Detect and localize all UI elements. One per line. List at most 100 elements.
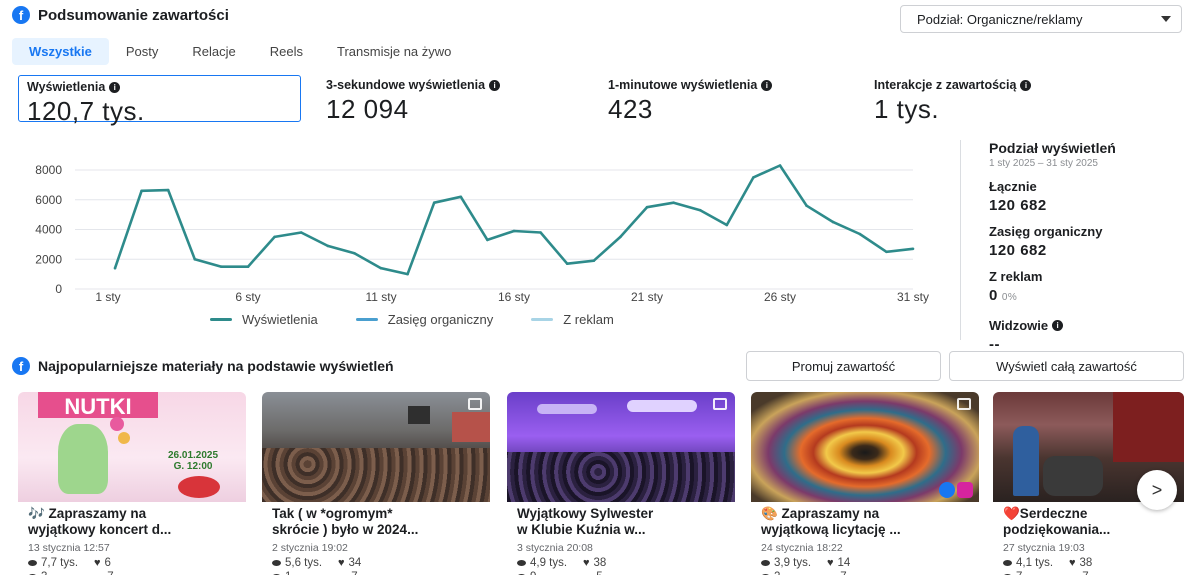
metric-label: 1-minutowe wyświetlenia <box>608 78 758 92</box>
reactions-count: 6 <box>104 557 111 569</box>
chevron-down-icon <box>1161 16 1171 22</box>
data-point <box>113 266 117 270</box>
data-point <box>619 235 622 239</box>
eye-icon <box>272 560 281 566</box>
content-card[interactable]: Tak ( w *ogromym* skrócie ) było w 2024.… <box>262 392 490 575</box>
thumb-crowd <box>262 448 490 502</box>
views-count: 3,9 tys. <box>774 557 812 569</box>
shares-count: 7 <box>107 571 113 575</box>
legend-item-ads[interactable]: Z reklam <box>531 312 614 327</box>
carousel-next-button[interactable]: > <box>1137 470 1177 510</box>
eye-icon <box>28 560 37 566</box>
comments-count: 7 <box>1016 571 1022 575</box>
data-point <box>220 265 223 268</box>
y-tick-label: 4000 <box>35 223 62 237</box>
metric-1min-views[interactable]: 1-minutowe wyświetlenia i 423 <box>608 78 773 125</box>
heart-icon: ♥ <box>94 557 101 569</box>
info-icon[interactable]: i <box>761 79 773 91</box>
thumb-date-text: 26.01.2025 G. 12:00 <box>168 450 219 472</box>
legend-item-organic[interactable]: Zasięg organiczny <box>355 312 494 327</box>
split-dropdown[interactable]: Podział: Organiczne/reklamy <box>900 5 1182 33</box>
tab-all[interactable]: Wszystkie <box>12 38 109 65</box>
metric-value: 120,7 tys. <box>27 96 145 126</box>
heart-icon: ♥ <box>1069 557 1076 569</box>
y-tick-label: 6000 <box>35 193 62 207</box>
info-icon[interactable]: i <box>1052 320 1064 331</box>
shares-count: 5 <box>596 571 602 575</box>
content-summary-header: f Podsumowanie zawartości <box>12 6 229 24</box>
thumb-building <box>452 412 490 442</box>
data-point <box>193 258 197 261</box>
shares-count: 7 <box>1082 571 1088 575</box>
card-thumbnail[interactable] <box>507 392 735 502</box>
views-count: 7,7 tys. <box>41 557 79 569</box>
metric-value: 12 094 <box>326 94 409 124</box>
chevron-right-icon: > <box>1151 479 1163 500</box>
card-title: Tak ( w *ogromym* skrócie ) było w 2024.… <box>272 506 419 537</box>
data-point <box>379 266 383 270</box>
facebook-icon: f <box>12 6 30 24</box>
facebook-icon: f <box>12 357 30 375</box>
data-point <box>166 188 170 192</box>
tab-live[interactable]: Transmisje na żywo <box>320 38 468 65</box>
data-point <box>911 247 915 251</box>
eye-icon <box>517 560 526 566</box>
data-point <box>539 231 542 234</box>
views-count: 4,9 tys. <box>530 557 568 569</box>
card-stats: 4,1 tys. ♥38 7 ➦ 7 <box>993 554 1184 575</box>
content-card[interactable]: Wyjątkowy Sylwester w Klubie Kuźnia w...… <box>507 392 735 575</box>
card-thumbnail[interactable] <box>262 392 490 502</box>
ads-value: 0 <box>989 287 998 304</box>
instagram-icon <box>957 482 973 498</box>
carousel-icon <box>713 398 727 410</box>
views-count: 4,1 tys. <box>1016 557 1054 569</box>
card-title: 🎨 Zapraszamy na wyjątkową licytację ... <box>761 506 901 537</box>
card-date: 13 stycznia 12:57 <box>28 542 110 554</box>
legend-swatch <box>531 318 554 321</box>
share-icon: ➦ <box>583 571 592 575</box>
show-all-content-button[interactable]: Wyświetl całą zawartość <box>949 351 1184 381</box>
platform-badges <box>939 482 973 498</box>
comments-count: 1 <box>285 571 291 575</box>
tab-reels[interactable]: Reels <box>253 38 320 65</box>
viewers-label: Widzowie <box>989 318 1049 333</box>
data-point <box>406 272 409 276</box>
info-icon[interactable]: i <box>1020 79 1032 91</box>
data-point <box>752 176 755 179</box>
metric-3s-views[interactable]: 3-sekundowe wyświetlenia i 12 094 <box>326 78 501 125</box>
data-point <box>353 252 356 255</box>
thumb-figure <box>58 424 108 494</box>
metric-label: Wyświetlenia <box>27 80 106 94</box>
heart-icon: ♥ <box>583 557 590 569</box>
facebook-icon <box>939 482 955 498</box>
card-thumbnail[interactable] <box>751 392 979 502</box>
legend-item-views[interactable]: Wyświetlenia <box>210 312 318 327</box>
ads-label: Z reklam <box>989 269 1043 284</box>
info-icon[interactable]: i <box>489 79 501 91</box>
breakdown-date-range: 1 sty 2025 – 31 sty 2025 <box>989 158 1098 169</box>
promote-content-button[interactable]: Promuj zawartość <box>746 351 941 381</box>
metric-views[interactable]: Wyświetlenia i 120,7 tys. <box>18 75 301 126</box>
data-point <box>565 262 569 265</box>
data-point <box>672 201 675 204</box>
legend-label: Zasięg organiczny <box>387 312 494 327</box>
tab-stories[interactable]: Relacje <box>175 38 252 65</box>
card-thumbnail[interactable]: NUTKI 26.01.2025 G. 12:00 <box>18 392 246 502</box>
card-stats: 4,9 tys. ♥38 9 ➦ 5 <box>507 554 735 575</box>
metric-label: 3-sekundowe wyświetlenia <box>326 78 486 92</box>
data-point <box>778 164 782 167</box>
data-point <box>486 238 489 242</box>
card-stats: 5,6 tys. ♥34 1 ➦ 7 <box>262 554 490 575</box>
thumb-crowd <box>507 452 735 502</box>
reactions-count: 34 <box>348 557 362 569</box>
info-icon[interactable]: i <box>109 81 121 93</box>
data-point <box>698 208 702 212</box>
views-breakdown-panel: Podział wyświetleń 1 sty 2025 – 31 sty 2… <box>960 140 1184 353</box>
x-tick-label: 1 sty <box>95 290 120 304</box>
content-card[interactable]: NUTKI 26.01.2025 G. 12:00 🎶 Zapraszamy n… <box>18 392 246 575</box>
comments-count: 3 <box>41 571 47 575</box>
content-card[interactable]: 🎨 Zapraszamy na wyjątkową licytację ... … <box>751 392 979 575</box>
tab-posts[interactable]: Posty <box>109 38 176 65</box>
legend-swatch <box>355 318 378 321</box>
metric-interactions[interactable]: Interakcje z zawartością i 1 tys. <box>874 78 1032 125</box>
